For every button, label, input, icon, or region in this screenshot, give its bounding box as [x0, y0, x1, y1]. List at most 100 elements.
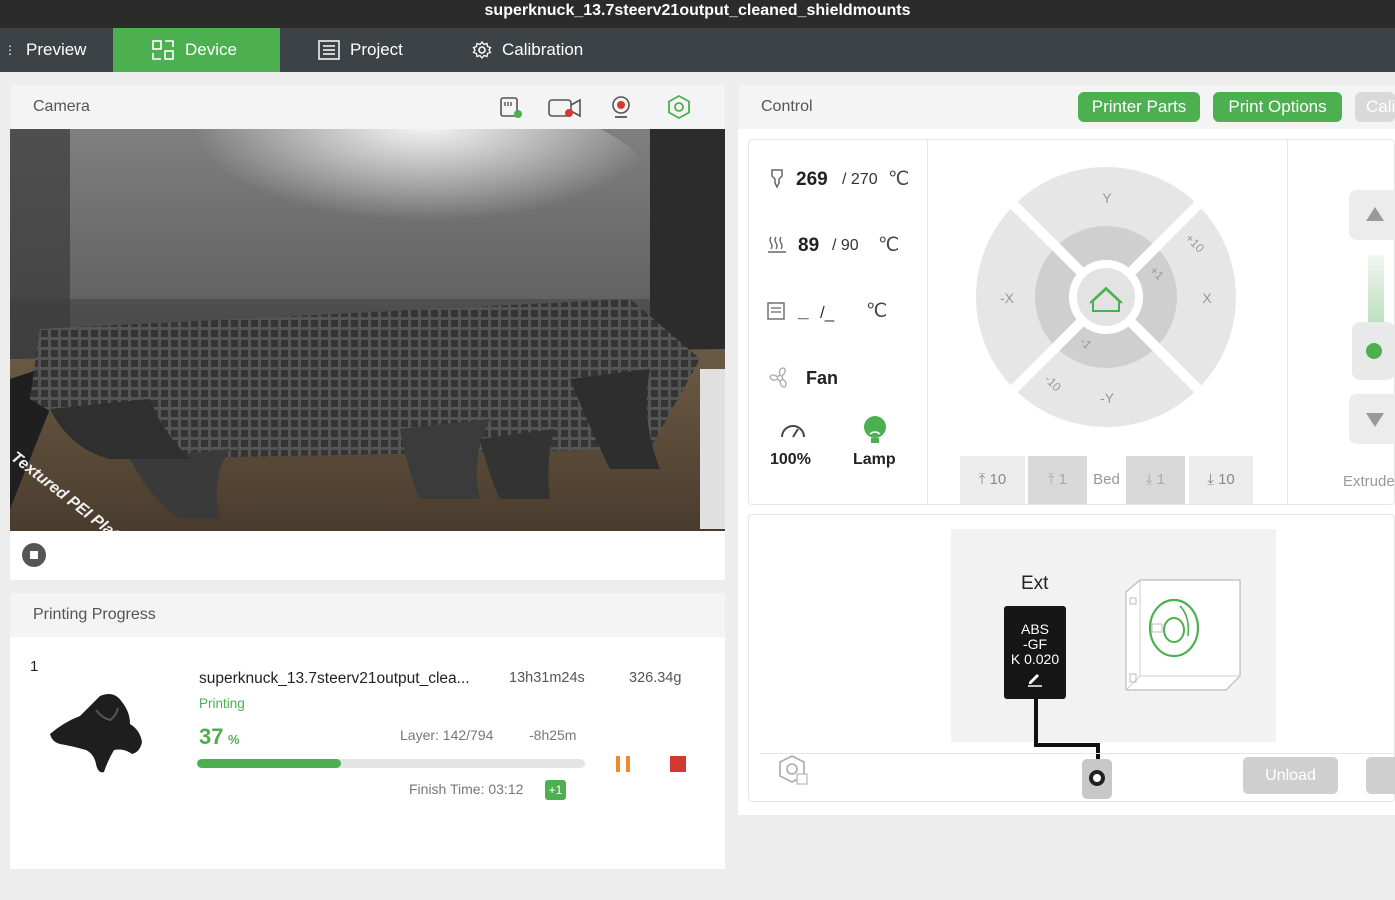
bed-down-10-button[interactable]: ⤓ 10: [1189, 456, 1253, 504]
total-print-time: 13h31m24s: [509, 670, 585, 686]
triangle-up-icon: [1366, 207, 1384, 221]
device-icon: [152, 40, 174, 60]
card-divider-right: [1287, 140, 1288, 504]
calibration-gear-icon: [472, 40, 492, 60]
unload-button[interactable]: Unload: [1243, 757, 1338, 794]
heatbed-icon: [768, 236, 786, 253]
print-status: Printing: [199, 696, 245, 711]
ext-label: Ext: [1021, 573, 1049, 594]
finish-time: Finish Time: 03:12: [409, 781, 524, 797]
extruder-status-led: [1366, 343, 1382, 359]
progress-header: Printing Progress: [10, 593, 725, 637]
camera-settings-icon[interactable]: [666, 94, 692, 120]
chamber-temp-current: _: [798, 301, 809, 322]
jog-y-plus[interactable]: Y: [1102, 190, 1112, 206]
model-thumbnail: [50, 694, 142, 773]
extruder-visual: [1368, 255, 1384, 325]
window-title: superknuck_13.7steerv21output_cleaned_sh…: [484, 2, 911, 19]
jog-x-plus[interactable]: X: [1202, 290, 1212, 306]
pause-icon: [616, 756, 620, 772]
arrow-up-icon: ⤒: [978, 471, 986, 488]
filament-card-divider: [760, 753, 1395, 754]
extruder-sensor: [1082, 759, 1112, 799]
calibration-button[interactable]: Cali: [1355, 92, 1395, 122]
progress-bar-fill: [197, 759, 341, 768]
ams-settings-icon[interactable]: [776, 754, 810, 786]
triangle-down-icon: [1366, 413, 1384, 427]
percent-value: 37: [199, 724, 224, 749]
sd-card-icon[interactable]: [498, 94, 524, 120]
nozzle-temp-target[interactable]: / 270: [842, 171, 878, 189]
chamber-icon: [767, 302, 785, 320]
stop-print-button[interactable]: [670, 756, 686, 772]
sensor-dot: [1089, 770, 1105, 786]
bed-down-1-button[interactable]: ⤓ 1: [1126, 456, 1185, 504]
nozzle-icon: [771, 169, 783, 189]
time-remaining: -8h25m: [529, 727, 577, 743]
tab-project[interactable]: Project: [318, 28, 403, 72]
jog-y-minus[interactable]: -Y: [1100, 390, 1115, 406]
tab-calibration[interactable]: Calibration: [472, 28, 583, 72]
jog-x-minus[interactable]: -X: [1000, 290, 1015, 306]
chamber-temp-target[interactable]: /_: [820, 303, 834, 323]
filament-path-down: [1096, 743, 1100, 759]
video-record-icon[interactable]: [547, 94, 583, 120]
webcam-icon[interactable]: [608, 94, 634, 120]
menu-icon: ⋮: [4, 43, 16, 57]
chamber-temp-unit: ℃: [866, 301, 888, 322]
fan-label[interactable]: Fan: [806, 368, 838, 389]
stop-icon: [30, 551, 38, 559]
nozzle-temp-unit: ℃: [888, 169, 910, 190]
tab-calibration-label: Calibration: [502, 40, 584, 59]
filament-slot[interactable]: ABS -GF K 0.020: [1004, 606, 1066, 699]
bed-temp-unit: ℃: [878, 235, 900, 256]
tab-project-label: Project: [350, 40, 403, 59]
lamp-label: Lamp: [853, 451, 896, 468]
file-name: superknuck_13.7steerv21output_clea...: [199, 670, 470, 687]
layer-count: Layer: 142/794: [400, 727, 494, 743]
edit-pencil-icon[interactable]: [1026, 671, 1044, 687]
fan-icon[interactable]: [767, 366, 793, 390]
bed-up-10-label: 10: [989, 471, 1007, 488]
extruder-down-button[interactable]: [1349, 394, 1395, 444]
bed-up-1-label: 1: [1058, 471, 1068, 488]
pause-icon-bar: [626, 756, 630, 772]
extruder-up-button[interactable]: [1349, 190, 1395, 240]
print-options-button[interactable]: Print Options: [1213, 92, 1342, 122]
jog-wheel[interactable]: Y -Y X -X +10 +1 -1 -10: [974, 166, 1239, 428]
speed-gauge-icon[interactable]: [779, 417, 807, 441]
load-button[interactable]: [1366, 757, 1395, 794]
arrow-down-icon: ⤓: [1145, 471, 1153, 488]
bed-temp-target[interactable]: / 90: [832, 237, 859, 255]
arrow-down-icon: ⤓: [1207, 471, 1214, 488]
spool-holder-illustration: [1125, 579, 1241, 691]
speed-value: 100%: [770, 451, 811, 468]
bed-label: Bed: [1093, 471, 1120, 488]
camera-feed-image: Textured PEI Plate: [10, 129, 725, 531]
filament-path-horizontal: [1034, 743, 1099, 747]
main-tab-bar: ⋮ Preview Device Project Calibration: [0, 28, 1395, 72]
window-title-bar: superknuck_13.7steerv21output_cleaned_sh…: [0, 0, 1395, 28]
nozzle-temp-current: 269: [796, 169, 828, 190]
extruder-head: [1352, 322, 1395, 380]
progress-bar: [197, 759, 585, 768]
filament-weight: 326.34g: [629, 670, 682, 686]
tab-device-label: Device: [185, 40, 237, 59]
pause-button[interactable]: [613, 754, 635, 774]
filament-type-line2: -GF: [1022, 636, 1048, 652]
bed-up-10-button[interactable]: ⤒ 10: [960, 456, 1025, 504]
filament-path-vertical: [1034, 699, 1038, 746]
day-offset-badge: +1: [545, 780, 566, 800]
lamp-icon[interactable]: [861, 414, 889, 446]
extruder-label: Extrude: [1343, 473, 1395, 490]
printer-parts-button[interactable]: Printer Parts: [1078, 92, 1200, 122]
bed-up-1-button[interactable]: ⤒ 1: [1028, 456, 1087, 504]
arrow-up-icon: ⤒: [1047, 471, 1055, 488]
tab-preview[interactable]: ⋮ Preview: [0, 28, 113, 72]
tab-device[interactable]: Device: [113, 28, 280, 72]
control-title: Control: [761, 98, 813, 115]
stop-camera-button[interactable]: [22, 543, 46, 567]
tab-preview-label: Preview: [26, 40, 87, 59]
percent-readout: 37 %: [199, 724, 240, 750]
bed-down-1-label: 1: [1156, 471, 1166, 488]
